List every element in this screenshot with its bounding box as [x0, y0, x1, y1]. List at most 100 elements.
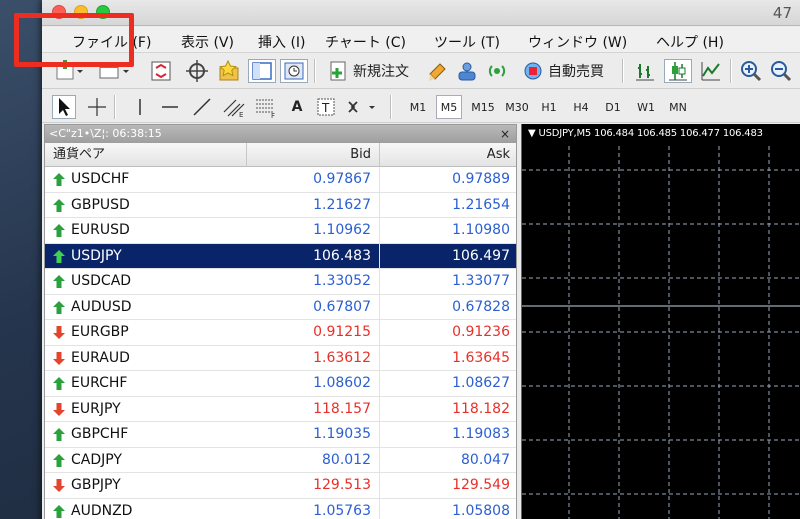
fibonacci-button[interactable]: F: [252, 95, 280, 119]
cursor-tool-button[interactable]: [52, 95, 76, 119]
meta-editor-button[interactable]: [426, 59, 450, 83]
candlestick-chart-button[interactable]: [664, 59, 692, 83]
terminal-user-button[interactable]: [454, 59, 480, 83]
table-row[interactable]: GBPUSD 1.21627 1.21654: [45, 192, 516, 218]
new-order-button[interactable]: 新規注文: [324, 59, 414, 83]
symbol-cell: EURJPY: [71, 400, 121, 417]
chart-window[interactable]: ▼ USDJPY,M5 106.484 106.485 106.477 106.…: [521, 124, 800, 519]
vertical-line-button[interactable]: [130, 95, 150, 119]
timeframe-m15[interactable]: M15: [468, 95, 498, 119]
timeframe-w1[interactable]: W1: [632, 95, 660, 119]
zoom-out-button[interactable]: [768, 59, 794, 83]
up-arrow-icon: [53, 428, 65, 441]
table-row[interactable]: EURAUD 1.63612 1.63645: [45, 345, 516, 371]
header-bid[interactable]: Bid: [247, 143, 380, 167]
symbol-cell: EURAUD: [71, 349, 130, 366]
ask-cell: 106.497: [452, 247, 510, 264]
bid-cell: 0.67807: [247, 294, 380, 320]
table-row[interactable]: CADJPY 80.012 80.047: [45, 447, 516, 473]
market-watch-time: <C"z1•\Z¦: 06:38:15: [49, 127, 162, 140]
table-row[interactable]: GBPCHF 1.19035 1.19083: [45, 422, 516, 448]
ask-cell: 0.97889: [452, 171, 510, 187]
data-window-button[interactable]: [248, 59, 276, 83]
ask-cell: 1.19083: [452, 426, 510, 442]
menu-window[interactable]: ウィンドウ (W): [528, 32, 627, 52]
auto-trading-label: 自動売買: [548, 64, 604, 80]
table-row[interactable]: EURCHF 1.08602 1.08627: [45, 371, 516, 397]
zoom-in-button[interactable]: [738, 59, 764, 83]
user-icon: [458, 62, 476, 81]
line-studies-toolbar: E F A T M1 M5 M15 M30 H1 H4 D1 W1 MN: [42, 90, 800, 123]
up-arrow-icon: [53, 504, 65, 518]
up-arrow-icon: [53, 377, 65, 390]
crosshair-icon: [88, 98, 106, 116]
header-symbol[interactable]: 通貨ペア: [45, 143, 247, 167]
auto-trading-icon: [524, 62, 542, 80]
ask-cell: 1.33077: [452, 273, 510, 289]
chart-grid: [522, 146, 800, 519]
up-arrow-icon: [53, 198, 65, 212]
symbol-cell: GBPCHF: [71, 426, 129, 442]
fibonacci-icon: F: [256, 99, 275, 118]
signals-button[interactable]: [484, 59, 510, 83]
symbol-cell: AUDUSD: [71, 298, 132, 315]
signal-broadcast-icon: [488, 65, 506, 77]
symbol-cell: EURCHF: [71, 375, 128, 391]
bid-cell: 118.157: [247, 396, 380, 422]
ask-cell: 1.21654: [452, 196, 510, 213]
timeframe-m30[interactable]: M30: [502, 95, 532, 119]
horizontal-line-button[interactable]: [158, 95, 182, 119]
mt4-window: 47 ファイル (F) 表示 (V) 挿入 (I) チャート (C) ツール (…: [42, 0, 800, 519]
market-watch-panel: <C"z1•\Z¦: 06:38:15 × 通貨ペア Bid Ask USDCH…: [44, 124, 517, 519]
bid-cell: 1.08602: [247, 371, 380, 396]
bar-chart-button[interactable]: [632, 59, 658, 83]
text-tool-button[interactable]: A: [286, 95, 308, 119]
timeframe-h1[interactable]: H1: [536, 95, 562, 119]
bid-cell: 80.012: [247, 447, 380, 473]
star-folder-icon: [219, 60, 239, 81]
timeframe-mn[interactable]: MN: [664, 95, 692, 119]
table-row[interactable]: AUDUSD 0.67807 0.67828: [45, 294, 516, 320]
timeframe-m5[interactable]: M5: [436, 95, 462, 119]
table-row[interactable]: AUDNZD 1.05763 1.05808: [45, 498, 516, 519]
table-row[interactable]: USDCAD 1.33052 1.33077: [45, 269, 516, 295]
equidistant-channel-button[interactable]: E: [220, 95, 248, 119]
header-ask[interactable]: Ask: [380, 143, 516, 167]
table-row[interactable]: GBPJPY 129.513 129.549: [45, 473, 516, 499]
menu-insert[interactable]: 挿入 (I): [258, 32, 306, 52]
symbol-cell: GBPUSD: [71, 196, 130, 213]
market-watch-toggle-button[interactable]: [148, 59, 174, 83]
terminal-button[interactable]: [280, 59, 308, 83]
menu-help[interactable]: ヘルプ (H): [656, 32, 724, 52]
ask-cell: 129.549: [452, 477, 510, 493]
table-row[interactable]: EURUSD 1.10962 1.10980: [45, 218, 516, 244]
table-row[interactable]: EURJPY 118.157 118.182: [45, 396, 516, 422]
table-row[interactable]: EURGBP 0.91215 0.91236: [45, 320, 516, 346]
text-label-button[interactable]: T: [314, 95, 338, 119]
table-row[interactable]: USDCHF 0.97867 0.97889: [45, 167, 516, 193]
table-row[interactable]: USDJPY 106.483 106.497: [45, 243, 516, 269]
new-order-label: 新規注文: [353, 64, 409, 80]
menu-tools[interactable]: ツール (T): [434, 32, 500, 52]
symbol-cell: USDJPY: [71, 247, 122, 264]
auto-trading-button[interactable]: 自動売買: [514, 59, 612, 83]
standard-toolbar: 新規注文 自動売買: [42, 54, 800, 89]
trendline-button[interactable]: [190, 95, 214, 119]
symbol-cell: CADJPY: [71, 451, 122, 468]
crosshair-tool-button[interactable]: [84, 95, 110, 119]
arrows-button[interactable]: [344, 95, 380, 119]
menu-view[interactable]: 表示 (V): [181, 32, 234, 52]
menu-chart[interactable]: チャート (C): [325, 32, 406, 52]
line-chart-button[interactable]: [698, 59, 724, 83]
market-watch-header: 通貨ペア Bid Ask: [45, 143, 516, 167]
ask-cell: 1.63645: [452, 349, 510, 366]
navigator-button[interactable]: [184, 59, 210, 83]
zoom-in-icon: [741, 61, 762, 82]
favorites-button[interactable]: [216, 59, 244, 83]
zoom-out-icon: [771, 61, 792, 82]
timeframe-d1[interactable]: D1: [600, 95, 626, 119]
timeframe-m1[interactable]: M1: [406, 95, 430, 119]
ask-cell: 118.182: [452, 400, 510, 417]
close-panel-button[interactable]: ×: [500, 125, 510, 143]
timeframe-h4[interactable]: H4: [568, 95, 594, 119]
